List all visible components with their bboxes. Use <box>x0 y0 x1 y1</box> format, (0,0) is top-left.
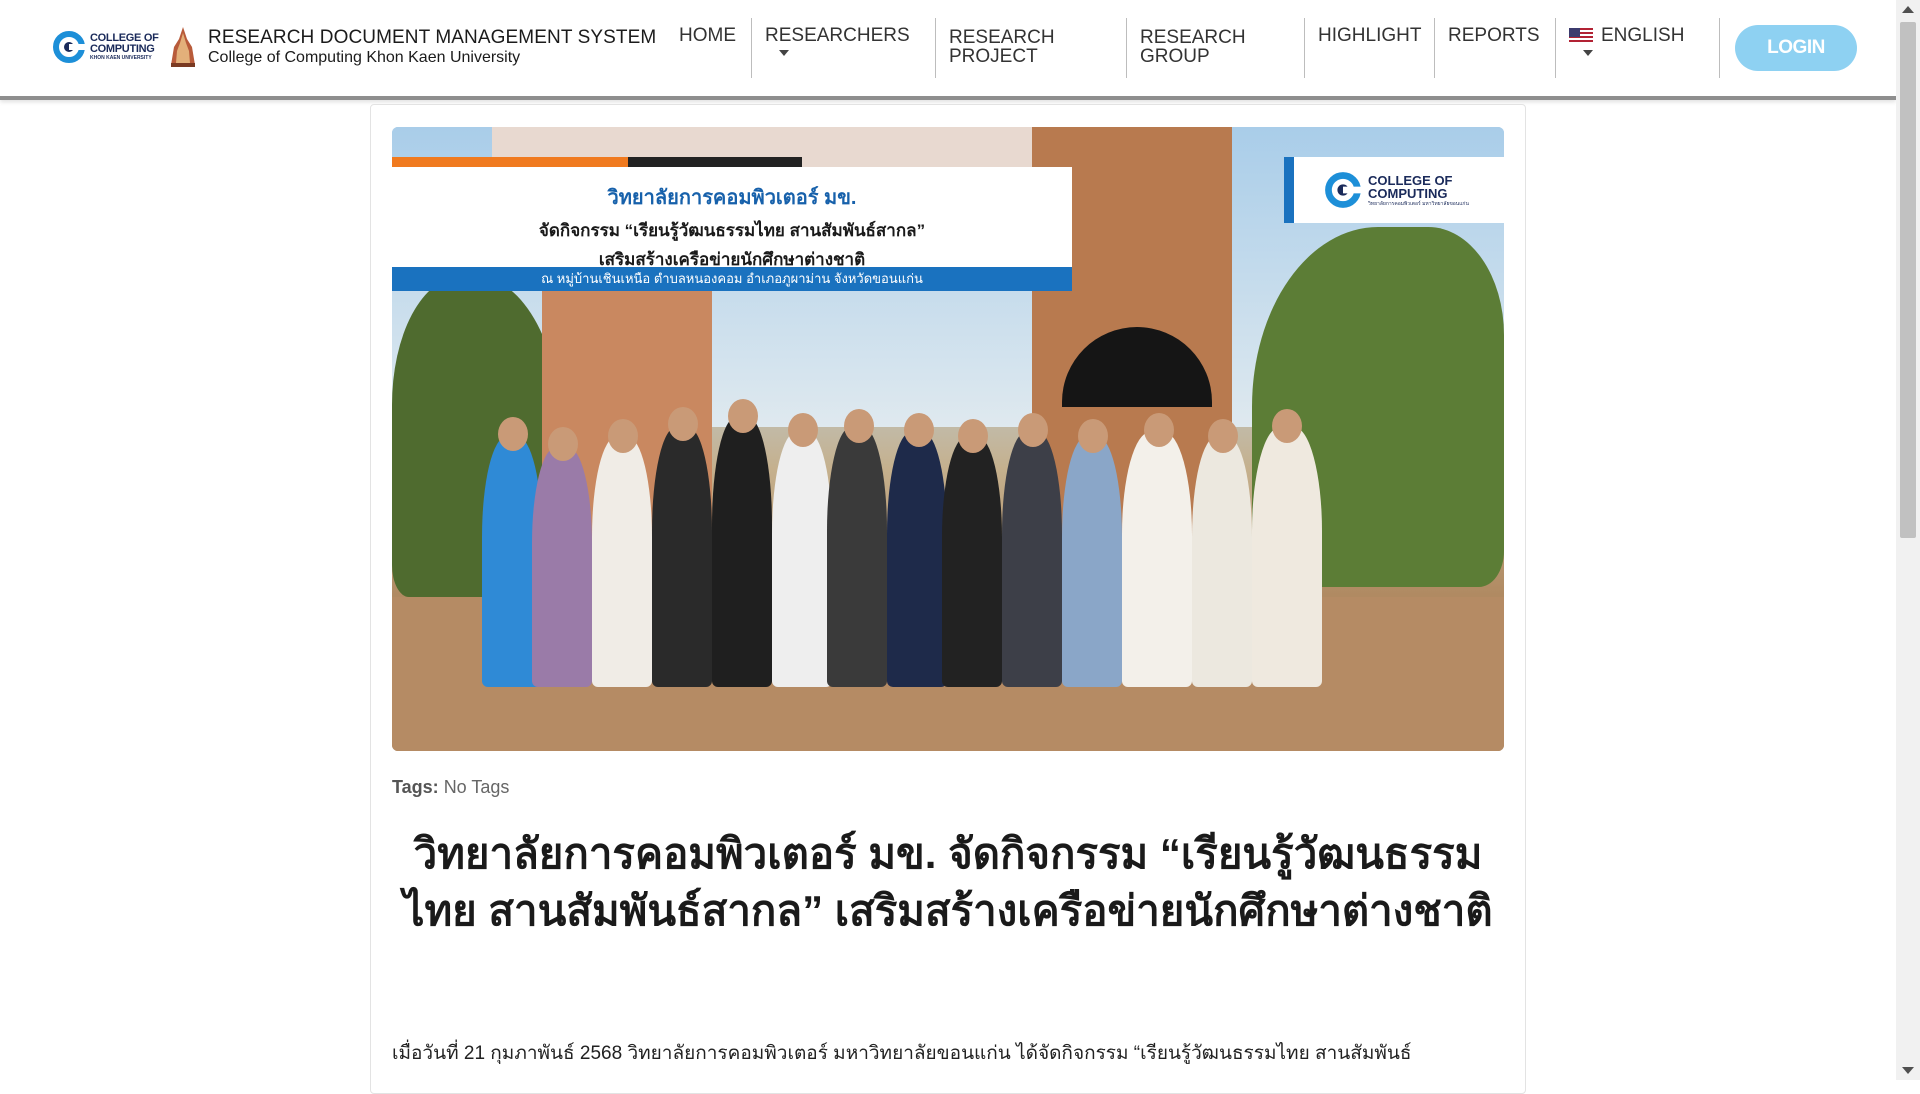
nav-reports-label: REPORTS <box>1448 25 1540 46</box>
article-title: วิทยาลัยการคอมพิวเตอร์ มข. จัดกิจกรรม “เ… <box>403 830 1493 934</box>
logo-line3: KHON KAEN UNIVERSITY <box>90 55 152 61</box>
banner-line1: วิทยาลัยการคอมพิวเตอร์ มข. <box>607 187 857 209</box>
site-title: RESEARCH DOCUMENT MANAGEMENT SYSTEM <box>208 26 657 48</box>
banner-line2: จัดกิจกรรม “เรียนรู้วัฒนธรรมไทย สานสัมพั… <box>538 221 926 240</box>
image-college-logo: COLLEGE OF COMPUTING วิทยาลัยการคอมพิวเต… <box>1284 157 1504 223</box>
nav-research-project[interactable]: RESEARCH PROJECT <box>936 18 1127 78</box>
kku-seal-icon <box>171 27 195 67</box>
nav-research-project-label: RESEARCH PROJECT <box>949 27 1055 67</box>
logo-line2: COMPUTING <box>90 43 155 55</box>
image-logo-line1: COLLEGE OF <box>1368 172 1453 188</box>
image-logo-line2: COMPUTING <box>1368 185 1448 201</box>
article-tags: Tags: No Tags <box>392 777 509 798</box>
site-subtitle: College of Computing Khon Kaen Universit… <box>208 48 521 66</box>
scroll-up-arrow-icon[interactable] <box>1902 6 1914 13</box>
main-nav: HOME RESEARCHERS RESEARCH PROJECT RESEAR… <box>666 18 1720 78</box>
cc-logo-icon <box>53 31 86 63</box>
image-banner: วิทยาลัยการคอมพิวเตอร์ มข. จัดกิจกรรม “เ… <box>392 157 1072 297</box>
brand[interactable]: COLLEGE OF COMPUTING KHON KAEN UNIVERSIT… <box>52 24 656 70</box>
nav-language-label: ENGLISH <box>1601 25 1685 46</box>
college-of-computing-logo: COLLEGE OF COMPUTING KHON KAEN UNIVERSIT… <box>52 27 162 67</box>
article-body: เมื่อวันที่ 21 กุมภาพันธ์ 2568 วิทยาลัยก… <box>392 1043 1412 1064</box>
scroll-thumb[interactable] <box>1900 22 1916 538</box>
scroll-down-arrow-icon[interactable] <box>1902 1067 1914 1074</box>
article-image: วิทยาลัยการคอมพิวเตอร์ มข. จัดกิจกรรม “เ… <box>392 127 1504 751</box>
nav-research-group-label: RESEARCH GROUP <box>1140 27 1246 67</box>
nav-home-label: HOME <box>679 25 736 46</box>
login-button[interactable]: LOGIN <box>1735 25 1857 71</box>
nav-highlight[interactable]: HIGHLIGHT <box>1305 18 1435 78</box>
top-navbar: COLLEGE OF COMPUTING KHON KAEN UNIVERSIT… <box>0 0 1896 100</box>
article-card: วิทยาลัยการคอมพิวเตอร์ มข. จัดกิจกรรม “เ… <box>370 104 1526 1094</box>
nav-researchers[interactable]: RESEARCHERS <box>752 18 936 78</box>
nav-language[interactable]: ENGLISH <box>1556 18 1720 78</box>
us-flag-icon <box>1569 28 1593 44</box>
nav-researchers-label: RESEARCHERS <box>765 25 910 46</box>
tags-label: Tags: <box>392 777 439 797</box>
cc-logo-icon <box>1325 172 1362 208</box>
nav-research-group[interactable]: RESEARCH GROUP <box>1127 18 1305 78</box>
nav-home[interactable]: HOME <box>666 18 752 78</box>
caret-down-icon <box>779 50 789 56</box>
image-logo-line3: วิทยาลัยการคอมพิวเตอร์ มหาวิทยาลัยขอนแก่… <box>1368 200 1469 207</box>
nav-highlight-label: HIGHLIGHT <box>1318 25 1422 46</box>
banner-location: ณ หมู่บ้านเชินเหนือ ตำบลหนองคอม อำเภอภูผ… <box>392 267 1072 291</box>
page-scrollbar[interactable] <box>1896 0 1920 1080</box>
tags-value: No Tags <box>443 777 510 797</box>
caret-down-icon <box>1583 50 1593 56</box>
nav-reports[interactable]: REPORTS <box>1435 18 1556 78</box>
